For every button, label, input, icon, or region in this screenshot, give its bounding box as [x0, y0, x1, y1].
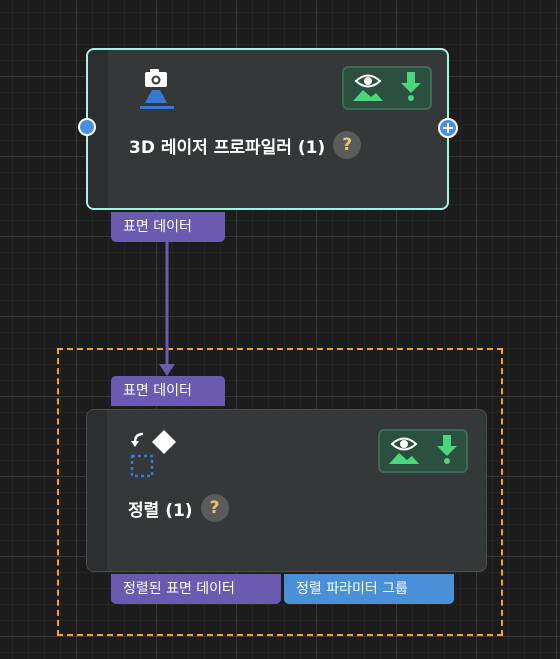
input-port-dot[interactable]: [78, 118, 96, 136]
output-port-surface-data[interactable]: 표면 데이터: [111, 212, 225, 242]
output-port-aligned-surface-data[interactable]: 정렬된 표면 데이터: [111, 574, 281, 604]
node-actions: [342, 66, 432, 110]
add-port-icon[interactable]: [438, 118, 458, 138]
output-port-align-parameter-group[interactable]: 정렬 파라미터 그룹: [284, 574, 454, 604]
camera-laser-icon: [138, 68, 176, 116]
laser-profiler-node[interactable]: 3D 레이저 프로파일러 (1) ?: [86, 48, 449, 210]
node-title: 3D 레이저 프로파일러 (1) ?: [129, 131, 362, 159]
visibility-icon[interactable]: [351, 69, 385, 107]
visibility-icon[interactable]: [387, 432, 421, 470]
help-button[interactable]: ?: [200, 494, 229, 522]
node-actions: [378, 429, 468, 473]
node-title-text: 3D 레이저 프로파일러 (1): [129, 137, 326, 158]
help-button[interactable]: ?: [333, 131, 362, 159]
node-title-text: 정렬 (1): [128, 500, 193, 521]
align-transform-icon: [129, 428, 181, 484]
download-icon[interactable]: [399, 69, 423, 107]
align-node[interactable]: 정렬 (1) ?: [86, 409, 487, 572]
node-title: 정렬 (1) ?: [128, 494, 229, 522]
input-port-surface-data[interactable]: 표면 데이터: [111, 376, 225, 406]
download-icon[interactable]: [435, 432, 459, 470]
node-strip: [87, 410, 107, 571]
